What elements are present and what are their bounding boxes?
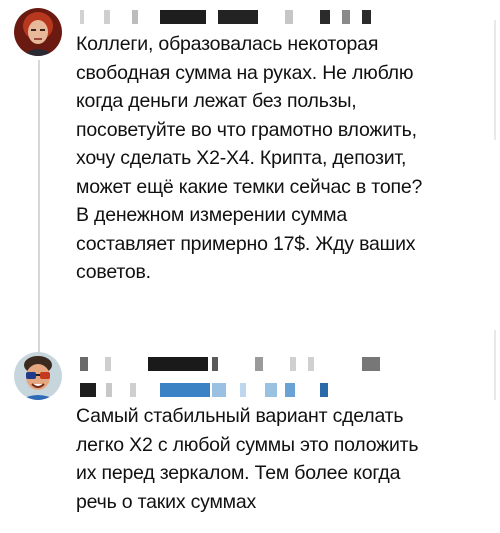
redacted-author-meta (80, 383, 350, 397)
user-avatar-sunglasses-icon (14, 352, 62, 400)
redacted-author-name (80, 357, 390, 371)
scroll-indicator (494, 330, 496, 400)
avatar[interactable] (14, 8, 62, 56)
user-avatar-red-hair-icon (14, 8, 62, 56)
comment-text: Самый стабильный вариант сделать легко Х… (76, 405, 419, 513)
comment-text: Коллеги, образовалась некоторая свободна… (76, 33, 423, 283)
scroll-indicator (494, 20, 496, 140)
redacted-author-name (80, 10, 380, 24)
thread-line (38, 60, 40, 352)
avatar[interactable] (14, 352, 62, 400)
